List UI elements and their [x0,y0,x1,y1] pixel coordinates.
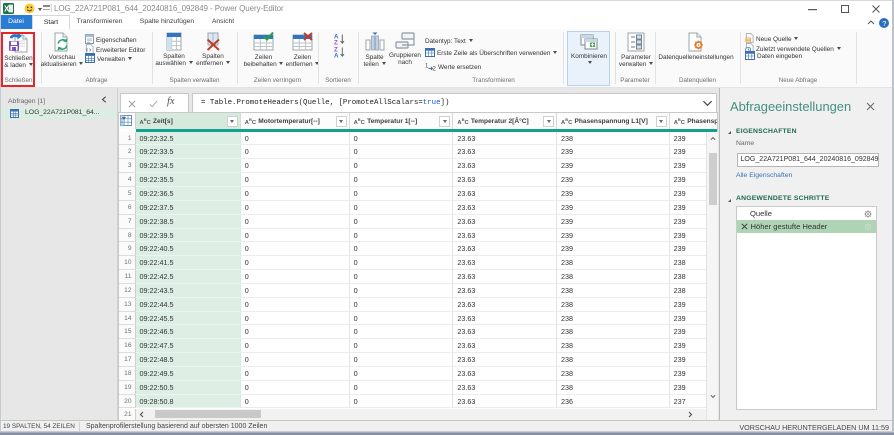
svg-text:1: 1 [425,63,429,69]
svg-text:Z: Z [334,40,338,45]
svg-text:2: 2 [433,66,437,71]
svg-text:A: A [334,53,339,58]
svg-text:?: ? [882,19,886,28]
svg-text:X: X [4,5,10,14]
